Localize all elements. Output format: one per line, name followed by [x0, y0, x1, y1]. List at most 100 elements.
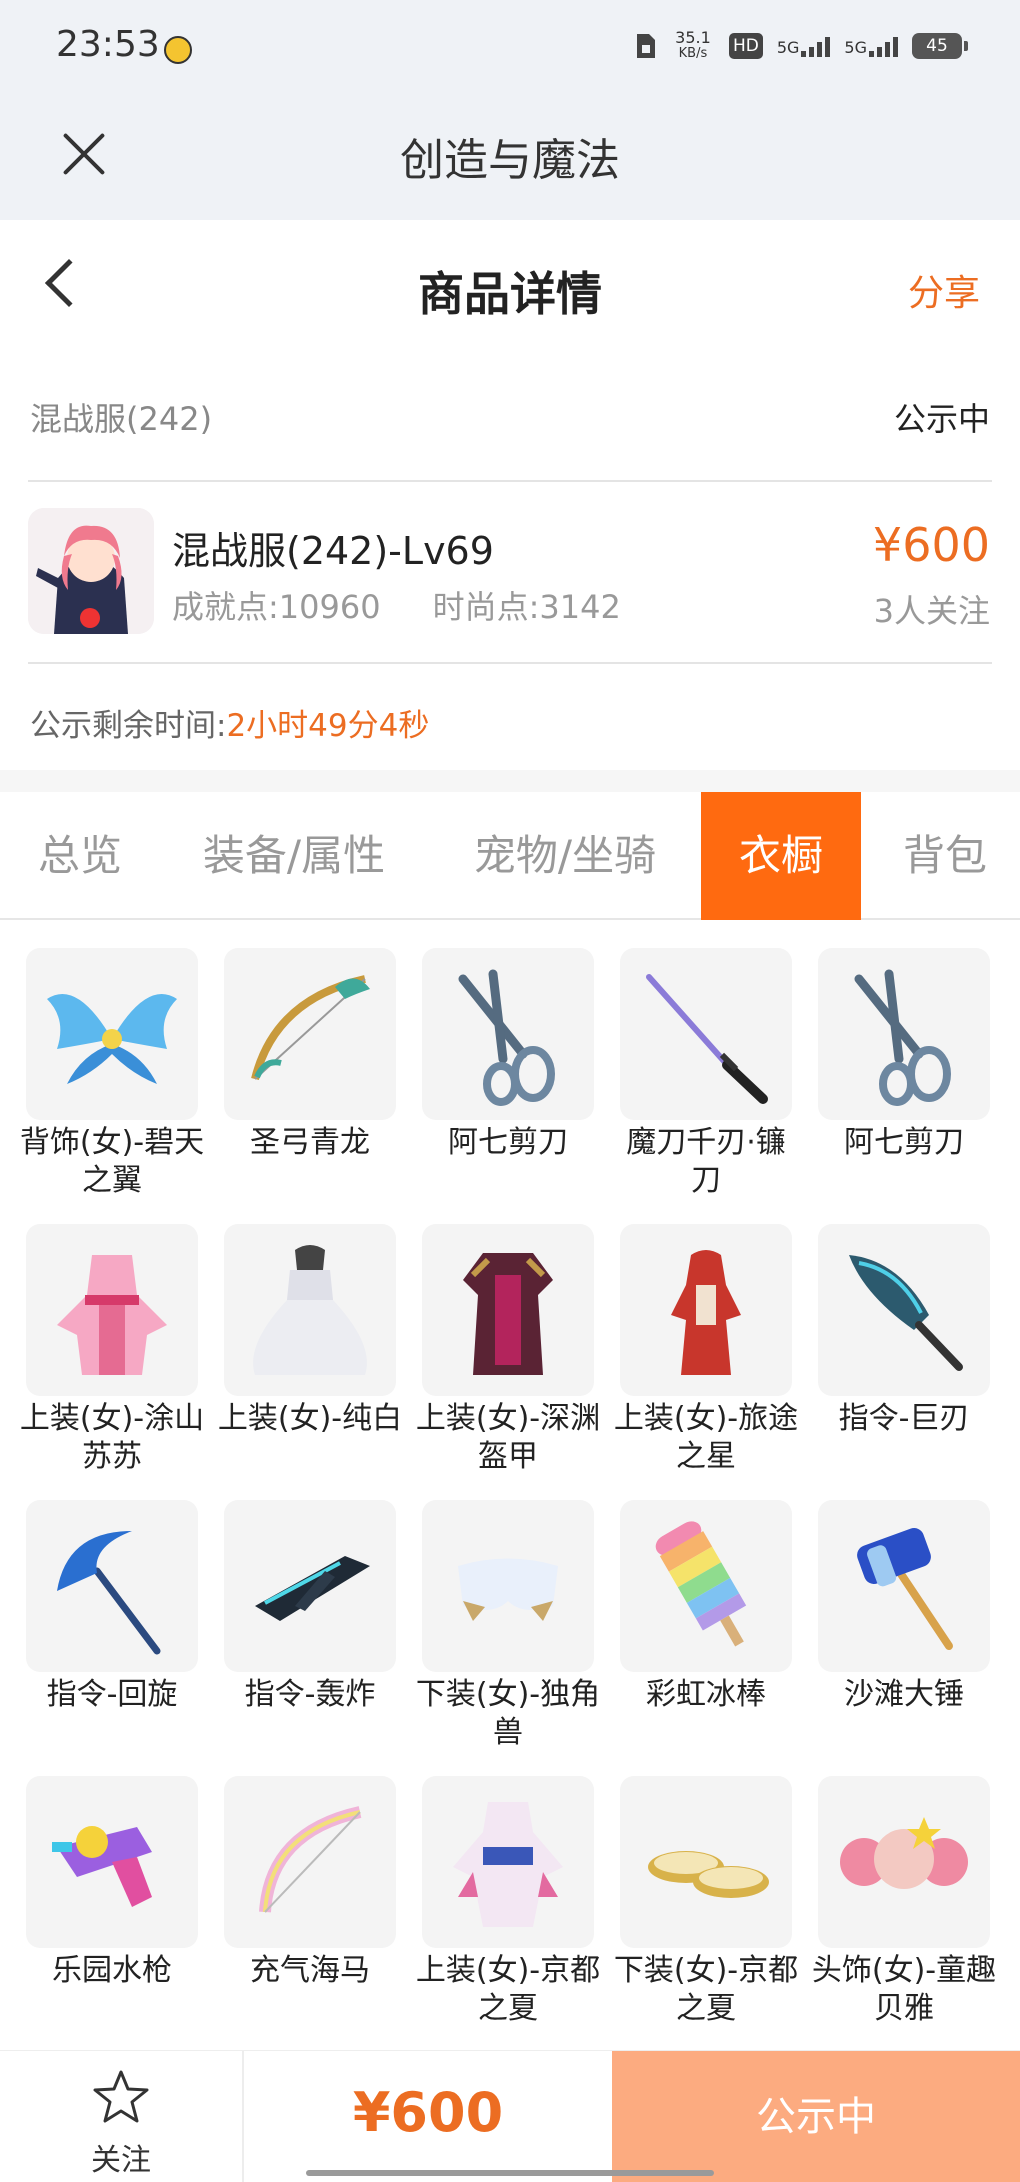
- star-icon: [93, 2070, 149, 2123]
- wardrobe-item[interactable]: 充气海马: [224, 1776, 396, 2048]
- wardrobe-item[interactable]: 上装(女)-纯白: [218, 1224, 402, 1496]
- item-name: 头饰(女)-童趣贝雅: [811, 1953, 997, 2026]
- item-name: 彩虹冰棒: [646, 1677, 766, 1712]
- wardrobe-item[interactable]: 背饰(女)-碧天之翼: [20, 948, 204, 1220]
- kimono-icon: [453, 1802, 563, 1927]
- wardrobe-item[interactable]: 上装(女)-旅途之星: [614, 1224, 798, 1496]
- item-name: 沙滩大锤: [844, 1677, 964, 1712]
- wings-icon: [47, 994, 177, 1084]
- section-gap: [0, 770, 1020, 792]
- item-name: 阿七剪刀: [448, 1125, 568, 1160]
- item-name: 上装(女)-旅途之星: [613, 1401, 799, 1474]
- publicity-countdown: 公示剩余时间:2小时49分4秒: [0, 664, 1020, 770]
- item-name: 下装(女)-独角兽: [415, 1677, 601, 1750]
- pink-dress-icon: [57, 1255, 167, 1375]
- product-card[interactable]: 混战服(242)-Lv69 成就点:10960 时尚点:3142 ¥600 3人关…: [0, 482, 1020, 662]
- countdown-value: 2小时49分4秒: [226, 708, 430, 744]
- wardrobe-item[interactable]: 上装(女)-京都之夏: [416, 1776, 600, 2048]
- item-name: 背饰(女)-碧天之翼: [19, 1125, 205, 1198]
- status-time: 23:53: [56, 24, 160, 65]
- wardrobe-item[interactable]: 圣弓青龙: [224, 948, 396, 1220]
- item-name: 圣弓青龙: [250, 1125, 370, 1160]
- home-indicator[interactable]: [306, 2170, 714, 2176]
- battery-icon: 45: [912, 33, 968, 59]
- status-icons: 35.1 KB/s HD 5G 5G 45: [635, 28, 968, 62]
- wardrobe-item[interactable]: 下装(女)-京都之夏: [614, 1776, 798, 2048]
- signal-bars-icon: [869, 35, 898, 57]
- rainbow-popsicle-icon: [655, 1521, 747, 1647]
- bottom-price: ¥600: [352, 2081, 504, 2144]
- seahorse-bow-icon: [259, 1806, 362, 1913]
- tab-wardrobe[interactable]: 衣橱: [701, 792, 861, 920]
- item-name: 阿七剪刀: [844, 1125, 964, 1160]
- tab-equipment[interactable]: 装备/属性: [172, 792, 416, 920]
- scissors-icon: [854, 969, 951, 1106]
- item-name: 指令-回旋: [46, 1677, 178, 1712]
- publicity-status: 公示中: [893, 400, 990, 438]
- wardrobe-item[interactable]: 彩虹冰棒: [620, 1500, 792, 1772]
- follow-button[interactable]: 关注: [0, 2051, 244, 2182]
- pink-hair-icon: [840, 1817, 968, 1889]
- abyss-armor-icon: [463, 1253, 553, 1375]
- wardrobe-item[interactable]: 魔刀千刃·镰刀: [620, 948, 792, 1220]
- item-name: 充气海马: [250, 1953, 370, 1988]
- item-name: 上装(女)-京都之夏: [415, 1953, 601, 2026]
- follow-label: 关注: [91, 2143, 151, 2178]
- item-name: 上装(女)-纯白: [217, 1401, 403, 1436]
- item-name: 上装(女)-涂山苏苏: [19, 1401, 205, 1474]
- red-outfit-icon: [671, 1250, 741, 1375]
- countdown-label: 公示剩余时间:: [30, 708, 227, 744]
- character-avatar: [28, 508, 154, 634]
- signal-1: 5G: [777, 35, 831, 57]
- item-name: 指令-轰炸: [244, 1677, 376, 1712]
- bomber-icon: [255, 1556, 370, 1621]
- status-bar: 23:53 35.1 KB/s HD 5G 5G 45: [0, 0, 1020, 100]
- server-name: 混战服(242): [30, 400, 213, 438]
- wardrobe-item[interactable]: 指令-回旋: [26, 1500, 198, 1772]
- nav-bar: 商品详情 分享: [0, 220, 1020, 350]
- signal-2: 5G: [844, 35, 898, 57]
- wardrobe-item[interactable]: 指令-巨刃: [818, 1224, 990, 1496]
- tab-backpack[interactable]: 背包: [870, 792, 1020, 920]
- bottom-bar: 关注 ¥600 公示中: [0, 2050, 1020, 2182]
- katana-icon: [646, 974, 768, 1104]
- follower-count: 3人关注: [873, 592, 990, 630]
- water-gun-icon: [52, 1826, 152, 1907]
- app-notification-icon: [164, 36, 192, 64]
- signal-bars-icon: [801, 35, 831, 57]
- wardrobe-item[interactable]: 乐园水枪: [26, 1776, 198, 2048]
- item-name: 魔刀千刃·镰刀: [626, 1125, 786, 1198]
- tab-pets[interactable]: 宠物/坐骑: [440, 792, 690, 920]
- wardrobe-item[interactable]: 沙滩大锤: [818, 1500, 990, 1772]
- page-title: 商品详情: [418, 267, 602, 321]
- product-name: 混战服(242)-Lv69: [172, 529, 494, 573]
- wardrobe-item[interactable]: 下装(女)-独角兽: [416, 1500, 600, 1772]
- publicity-status-button[interactable]: 公示中: [612, 2051, 1020, 2182]
- wardrobe-item[interactable]: 指令-轰炸: [224, 1500, 396, 1772]
- wardrobe-item[interactable]: 头饰(女)-童趣贝雅: [812, 1776, 996, 2048]
- server-row: 混战服(242) 公示中: [0, 350, 1020, 480]
- item-name: 乐园水枪: [52, 1953, 172, 1988]
- beach-hammer-icon: [857, 1528, 953, 1650]
- share-button[interactable]: 分享: [908, 264, 980, 316]
- scythe-icon: [57, 1531, 161, 1655]
- item-name: 下装(女)-京都之夏: [613, 1953, 799, 2026]
- fashion-points: 时尚点:3142: [432, 588, 621, 626]
- wardrobe-item[interactable]: 上装(女)-涂山苏苏: [20, 1224, 204, 1496]
- wardrobe-item[interactable]: 阿七剪刀: [422, 948, 594, 1220]
- unicorn-pants-icon: [458, 1558, 558, 1621]
- network-speed: 35.1 KB/s: [675, 28, 711, 62]
- dragon-bow-icon: [251, 975, 370, 1080]
- giant-blade-icon: [849, 1255, 963, 1371]
- app-title: 创造与魔法: [400, 135, 620, 186]
- hd-voice-icon: HD: [728, 33, 763, 59]
- item-name: 指令-巨刃: [838, 1401, 970, 1436]
- tab-overview[interactable]: 总览: [0, 792, 160, 920]
- wardrobe-item[interactable]: 上装(女)-深渊盔甲: [416, 1224, 600, 1496]
- item-name: 上装(女)-深渊盔甲: [415, 1401, 601, 1474]
- sim-card-icon: [636, 34, 655, 58]
- white-gown-icon: [253, 1245, 367, 1375]
- achievement-points: 成就点:10960: [172, 588, 381, 626]
- wardrobe-item[interactable]: 阿七剪刀: [818, 948, 990, 1220]
- sandals-icon: [648, 1851, 769, 1898]
